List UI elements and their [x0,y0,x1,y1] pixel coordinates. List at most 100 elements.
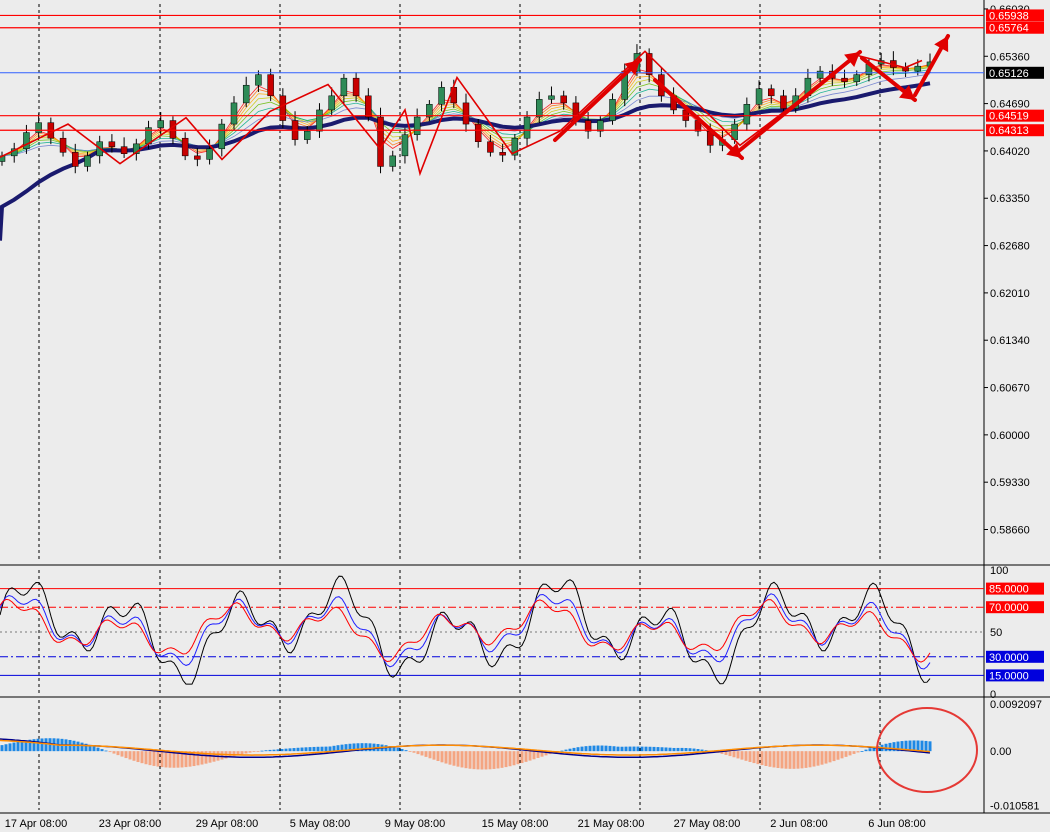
candle-body [853,74,860,82]
macd-histogram-bar [800,751,804,769]
macd-histogram-bar [320,746,324,752]
macd-histogram-bar [564,749,568,752]
candle-body [169,120,177,139]
macd-histogram-bar [512,751,516,766]
macd-histogram-bar [652,746,656,752]
macd-histogram-bar [152,751,156,766]
macd-histogram-bar [920,740,924,752]
macd-histogram-bar [420,751,424,756]
macd-histogram-bar [324,746,328,752]
macd-histogram-bar [528,751,532,761]
macd-histogram-bar [664,747,668,752]
macd-histogram-bar [108,751,112,753]
macd-histogram-bar [848,751,852,756]
macd-tick-label: -0.010581 [990,800,1040,812]
candle-body [474,123,482,142]
macd-histogram-bar [732,751,736,758]
macd-histogram-bar [428,751,432,759]
macd-histogram-bar [300,747,304,752]
candle-body [316,109,323,132]
macd-histogram-bar [116,751,120,756]
macd-histogram-bar [620,746,624,752]
time-axis-label: 17 Apr 08:00 [5,818,67,830]
macd-histogram-bar [836,751,840,760]
macd-histogram-bar [44,738,48,752]
macd-histogram-bar [760,751,764,766]
candle-body [499,152,506,156]
macd-histogram-bar [244,751,248,754]
macd-histogram-bar [40,738,44,752]
macd-histogram-bar [208,751,212,763]
macd-histogram-bar [744,751,748,761]
candle-body [462,102,470,125]
price-tick-label: 0.64690 [990,99,1030,111]
candle-body [230,102,238,125]
macd-histogram-bar [268,749,272,752]
candle-body [438,87,445,105]
macd-histogram-bar [124,751,128,759]
price-level-label: 0.65764 [989,23,1029,35]
price-level-label: 0.65938 [989,10,1029,22]
macd-histogram-bar [784,751,788,769]
candle-body [536,99,543,118]
macd-histogram-bar [632,746,636,752]
macd-histogram-bar [156,751,160,767]
macd-histogram-bar [560,750,564,752]
candle-body [267,74,274,97]
trading-chart[interactable]: 0.660300.653600.646900.640200.633500.626… [0,0,1050,832]
macd-histogram-bar [532,751,536,760]
macd-histogram-bar [572,747,576,752]
macd-histogram-bar [688,748,692,752]
candle-body [352,77,360,97]
macd-histogram-bar [656,747,660,752]
macd-histogram-bar [248,751,252,753]
macd-histogram-bar [668,747,672,752]
time-axis-label: 5 May 08:00 [290,818,351,830]
macd-histogram-bar [440,751,444,763]
time-axis-label: 15 May 08:00 [482,818,549,830]
stoch-level-label: 70.0000 [989,602,1029,614]
price-tick-label: 0.60670 [990,383,1030,395]
macd-histogram-bar [660,747,664,752]
candle-body [597,120,604,132]
macd-histogram-bar [276,749,280,752]
candle-body [194,155,201,160]
candle-body [59,137,67,153]
macd-histogram-bar [772,751,776,768]
candle-body [35,122,42,133]
macd-histogram-bar [676,747,680,752]
macd-histogram-bar [500,751,504,768]
stoch-tick-label: 50 [990,627,1002,639]
time-axis-label: 2 Jun 08:00 [770,818,828,830]
macd-histogram-bar [468,751,472,769]
macd-histogram-bar [844,751,848,757]
macd-histogram-bar [452,751,456,766]
macd-histogram-bar [76,741,80,752]
price-tick-label: 0.58660 [990,525,1030,537]
candle-body [487,141,494,153]
macd-histogram-bar [4,744,8,752]
macd-histogram-bar [412,751,416,753]
macd-histogram-bar [112,751,116,754]
macd-histogram-bar [680,747,684,752]
macd-histogram-bar [172,751,176,768]
macd-histogram-bar [292,748,296,752]
candle-body [523,116,531,139]
macd-histogram-bar [764,751,768,766]
macd-histogram-bar [504,751,508,768]
candle-body [181,137,189,157]
macd-histogram-bar [148,751,152,766]
macd-histogram-bar [456,751,460,767]
macd-histogram-bar [916,740,920,752]
candle-body [72,152,79,167]
macd-histogram-bar [588,745,592,752]
candle-body [365,95,372,118]
macd-tick-label: 0.00 [990,746,1011,758]
stoch-tick-label: 100 [990,565,1008,577]
price-level-label: 0.65126 [989,68,1029,80]
candle-body [560,95,567,104]
macd-histogram-bar [616,746,620,752]
macd-histogram-bar [612,746,616,752]
macd-histogram-bar [484,751,488,770]
macd-histogram-bar [476,751,480,770]
